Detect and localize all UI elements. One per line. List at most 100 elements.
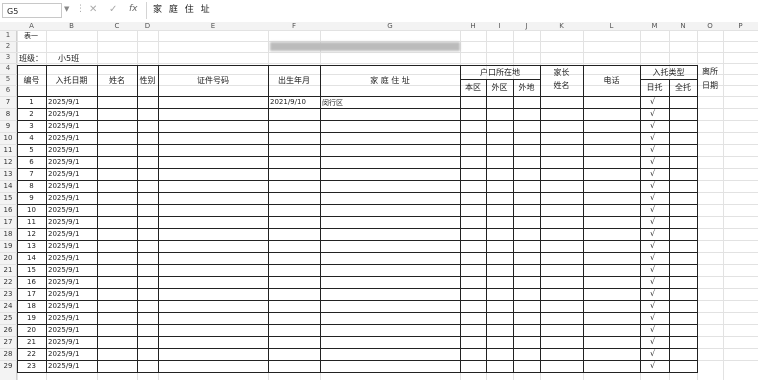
column-header-e[interactable]: E <box>158 22 268 30</box>
row-number[interactable]: 8 <box>0 108 16 120</box>
column-header-o[interactable]: O <box>697 22 723 30</box>
row-number[interactable]: 14 <box>0 180 16 192</box>
cell-entry-date[interactable]: 2025/9/1 <box>48 98 79 106</box>
cell-no: 19 <box>27 314 36 322</box>
sheet-grid[interactable]: A B C D E F G H I J K L M N O P 1 2 3 4 5 6 7 8 9 10 11 12 13 14 15 16 1… <box>0 22 758 380</box>
column-header-j[interactable]: J <box>513 22 540 30</box>
cell-entry-date[interactable]: 2025/9/1 <box>48 278 79 286</box>
column-header-g[interactable]: G <box>320 22 460 30</box>
cell-entry-date[interactable]: 2025/9/1 <box>48 302 79 310</box>
check-mark: √ <box>650 325 656 334</box>
column-header-d[interactable]: D <box>137 22 158 30</box>
table-border <box>17 144 698 145</box>
cell-entry-date[interactable]: 2025/9/1 <box>48 266 79 274</box>
table-border <box>17 312 698 313</box>
cell-entry-date[interactable]: 2025/9/1 <box>48 218 79 226</box>
cell-no: 21 <box>27 338 36 346</box>
cell-entry-date[interactable]: 2025/9/1 <box>48 182 79 190</box>
cell-entry-date[interactable]: 2025/9/1 <box>48 146 79 154</box>
cell-entry-date[interactable]: 2025/9/1 <box>48 242 79 250</box>
table-border <box>17 324 698 325</box>
table-border <box>17 216 698 217</box>
cell-entry-date[interactable]: 2025/9/1 <box>48 134 79 142</box>
row-number[interactable]: 20 <box>0 252 16 264</box>
cell-no: 3 <box>29 122 34 130</box>
cell-entry-date[interactable]: 2025/9/1 <box>48 158 79 166</box>
column-header-b[interactable]: B <box>46 22 97 30</box>
row-number[interactable]: 1 <box>0 30 16 41</box>
column-header-n[interactable]: N <box>669 22 697 30</box>
function-icon[interactable]: fx <box>129 4 138 14</box>
row-number[interactable]: 28 <box>0 348 16 360</box>
row-number[interactable]: 15 <box>0 192 16 204</box>
row-number[interactable]: 6 <box>0 85 16 96</box>
row-number[interactable]: 16 <box>0 204 16 216</box>
column-header-i[interactable]: I <box>486 22 513 30</box>
table-border <box>17 348 698 349</box>
cell-entry-date[interactable]: 2025/9/1 <box>48 362 79 370</box>
row-number[interactable]: 13 <box>0 168 16 180</box>
row-number[interactable]: 29 <box>0 360 16 372</box>
cell-entry-date[interactable]: 2025/9/1 <box>48 206 79 214</box>
row-number[interactable]: 25 <box>0 312 16 324</box>
cell-entry-date[interactable]: 2025/9/1 <box>48 338 79 346</box>
formula-input[interactable]: 家 庭 住 址 <box>146 2 754 19</box>
row-number[interactable]: 11 <box>0 144 16 156</box>
check-mark: √ <box>650 313 656 322</box>
table-border <box>460 65 461 372</box>
row-number[interactable]: 17 <box>0 216 16 228</box>
cell-entry-date[interactable]: 2025/9/1 <box>48 122 79 130</box>
cell-entry-date[interactable]: 2025/9/1 <box>48 350 79 358</box>
cell-no: 5 <box>29 146 34 154</box>
cell-address[interactable]: 闵行区 <box>322 98 343 108</box>
column-header-k[interactable]: K <box>540 22 583 30</box>
name-box[interactable]: G5 <box>2 3 62 18</box>
row-number[interactable]: 18 <box>0 228 16 240</box>
column-header-m[interactable]: M <box>640 22 669 30</box>
cell-entry-date[interactable]: 2025/9/1 <box>48 170 79 178</box>
cell-entry-date[interactable]: 2025/9/1 <box>48 314 79 322</box>
row-number[interactable]: 2 <box>0 41 16 52</box>
cell-entry-date[interactable]: 2025/9/1 <box>48 254 79 262</box>
column-header-c[interactable]: C <box>97 22 137 30</box>
row-number[interactable]: 7 <box>0 96 16 108</box>
chevron-down-icon[interactable]: ▼ <box>64 5 69 13</box>
cell-entry-date[interactable]: 2025/9/1 <box>48 194 79 202</box>
header-phone: 电话 <box>603 76 620 85</box>
column-header-f[interactable]: F <box>268 22 320 30</box>
column-header-a[interactable]: A <box>17 22 46 30</box>
table-border <box>17 372 698 373</box>
cell-entry-date[interactable]: 2025/9/1 <box>48 290 79 298</box>
cancel-icon[interactable]: ✕ <box>89 4 97 15</box>
column-header-h[interactable]: H <box>460 22 486 30</box>
row-number[interactable]: 24 <box>0 300 16 312</box>
row-number[interactable]: 3 <box>0 52 16 63</box>
cell-no: 6 <box>29 158 34 166</box>
cell-entry-date[interactable]: 2025/9/1 <box>48 110 79 118</box>
table-border <box>17 264 698 265</box>
cell-no: 15 <box>27 266 36 274</box>
row-number[interactable]: 22 <box>0 276 16 288</box>
header-full-care: 全托 <box>675 83 691 92</box>
row-number[interactable]: 12 <box>0 156 16 168</box>
row-number[interactable]: 27 <box>0 336 16 348</box>
header-gender: 性别 <box>139 76 156 85</box>
row-number[interactable]: 9 <box>0 120 16 132</box>
row-number[interactable]: 4 <box>0 63 16 74</box>
cell-birth-date[interactable]: 2021/9/10 <box>270 98 306 106</box>
row-number[interactable]: 21 <box>0 264 16 276</box>
column-header-l[interactable]: L <box>583 22 640 30</box>
check-mark: √ <box>650 157 656 166</box>
row-number[interactable]: 26 <box>0 324 16 336</box>
check-icon[interactable]: ✓ <box>109 4 117 15</box>
row-number[interactable]: 19 <box>0 240 16 252</box>
row-number[interactable]: 5 <box>0 74 16 85</box>
cell-entry-date[interactable]: 2025/9/1 <box>48 326 79 334</box>
table-border <box>669 79 670 372</box>
cell-entry-date[interactable]: 2025/9/1 <box>48 230 79 238</box>
column-header-p[interactable]: P <box>723 22 758 30</box>
row-number[interactable]: 23 <box>0 288 16 300</box>
header-entry-date: 入托日期 <box>55 76 88 85</box>
table-border <box>17 180 698 181</box>
row-number[interactable]: 10 <box>0 132 16 144</box>
